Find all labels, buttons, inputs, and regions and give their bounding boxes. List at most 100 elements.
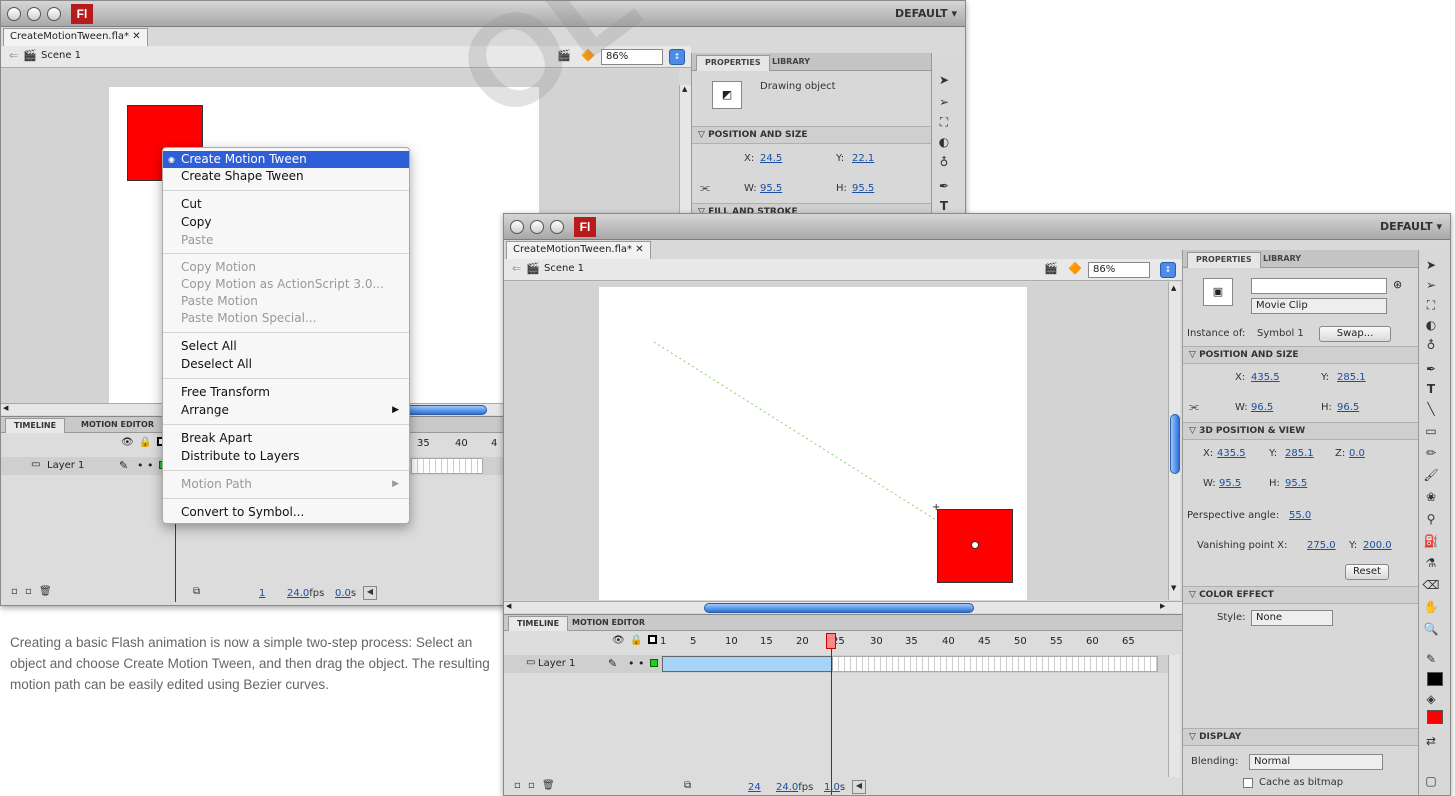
swap-button[interactable]: Swap... bbox=[1319, 326, 1391, 342]
scroll-left-arrow-icon[interactable]: ◀ bbox=[852, 780, 866, 794]
tab-library[interactable]: LIBRARY bbox=[764, 55, 818, 71]
x-value[interactable]: 435.5 bbox=[1251, 372, 1280, 383]
lasso-tool-icon[interactable]: ♁ bbox=[1422, 336, 1440, 354]
line-tool-icon[interactable]: ╲ bbox=[1422, 400, 1440, 418]
swap-colors-icon[interactable]: ⇄ bbox=[1422, 732, 1440, 750]
frame-rate-value[interactable]: 24.0 bbox=[776, 782, 798, 793]
tab-motion-editor[interactable]: MOTION EDITOR bbox=[73, 418, 162, 433]
bone-tool-icon[interactable]: ⚲ bbox=[1422, 510, 1440, 528]
lock-icon[interactable]: 🔒 bbox=[139, 437, 151, 448]
document-tab[interactable]: CreateMotionTween.fla* ✕ bbox=[3, 28, 148, 46]
back-arrow-icon[interactable]: ⇐ bbox=[9, 49, 18, 62]
layer-name[interactable]: Layer 1 bbox=[538, 658, 575, 669]
lock-ratio-icon[interactable]: ⫘ bbox=[1189, 400, 1199, 414]
new-folder-icon[interactable]: ▫ bbox=[25, 586, 32, 597]
layer-visible-dot[interactable]: • bbox=[628, 657, 635, 670]
y-value[interactable]: 285.1 bbox=[1337, 372, 1366, 383]
playhead[interactable] bbox=[826, 633, 836, 649]
outline-icon[interactable] bbox=[648, 635, 657, 644]
section-3d-position-and-view[interactable]: ▽ 3D POSITION & VIEW bbox=[1183, 422, 1418, 440]
y3d-value[interactable]: 285.1 bbox=[1285, 448, 1314, 459]
eraser-tool-icon[interactable]: ⌫ bbox=[1422, 576, 1440, 594]
menu-create-shape-tween[interactable]: Create Shape Tween bbox=[163, 168, 409, 185]
deco-tool-icon[interactable]: ❀ bbox=[1422, 488, 1440, 506]
frame-rate-value[interactable]: 24.0 bbox=[287, 588, 309, 599]
onion-skin-icon[interactable]: ⧉ bbox=[684, 780, 691, 791]
edit-scene-icon[interactable]: 🎬 bbox=[1044, 262, 1058, 275]
menu-copy[interactable]: Copy bbox=[163, 214, 409, 231]
blending-dropdown[interactable]: Normal bbox=[1249, 754, 1383, 770]
minimize-window-button[interactable] bbox=[27, 7, 41, 21]
z3d-value[interactable]: 0.0 bbox=[1349, 448, 1365, 459]
selection-tool-icon[interactable]: ➤ bbox=[935, 71, 953, 89]
layer-row[interactable]: ▭ Layer 1 ✎ • • bbox=[504, 655, 1168, 673]
subselection-tool-icon[interactable]: ➢ bbox=[1422, 276, 1440, 294]
frame-cells[interactable] bbox=[832, 656, 1158, 672]
lasso-tool-icon[interactable]: ♁ bbox=[935, 153, 953, 171]
vertical-scroll-thumb[interactable] bbox=[1170, 414, 1180, 474]
menu-free-transform[interactable]: Free Transform bbox=[163, 384, 409, 401]
motion-path-line[interactable] bbox=[653, 341, 975, 545]
scroll-up-arrow-icon[interactable]: ▲ bbox=[1171, 284, 1176, 292]
onion-skin-icon[interactable]: ⧉ bbox=[193, 586, 200, 597]
edit-symbol-icon[interactable]: 🔶 bbox=[1068, 262, 1082, 275]
tab-timeline[interactable]: TIMELINE bbox=[508, 616, 569, 631]
instance-name-help-icon[interactable]: ⊛ bbox=[1393, 278, 1402, 291]
scroll-right-arrow-icon[interactable]: ▶ bbox=[1160, 602, 1165, 610]
stage-vertical-scrollbar[interactable]: ▲ ▼ bbox=[1168, 282, 1180, 600]
paint-bucket-tool-icon[interactable]: ⛽ bbox=[1422, 532, 1440, 550]
lock-ratio-icon[interactable]: ⫘ bbox=[700, 181, 710, 195]
text-tool-icon[interactable]: T bbox=[1422, 380, 1440, 398]
w3d-value[interactable]: 95.5 bbox=[1219, 478, 1241, 489]
layer-visible-dot[interactable]: • bbox=[137, 459, 144, 472]
h-value[interactable]: 96.5 bbox=[1337, 402, 1359, 413]
pen-tool-icon[interactable]: ✒ bbox=[1422, 360, 1440, 378]
document-tab[interactable]: CreateMotionTween.fla* ✕ bbox=[506, 241, 651, 259]
menu-arrange[interactable]: Arrange ▶ bbox=[163, 402, 409, 419]
instance-name-input[interactable] bbox=[1251, 278, 1387, 294]
section-color-effect[interactable]: ▽ COLOR EFFECT bbox=[1183, 586, 1418, 604]
snap-to-objects-icon[interactable]: ▢ bbox=[1422, 772, 1440, 790]
instance-type-dropdown[interactable]: Movie Clip bbox=[1251, 298, 1387, 314]
elapsed-time-value[interactable]: 0.0 bbox=[335, 588, 351, 599]
scroll-up-arrow-icon[interactable]: ▲ bbox=[682, 85, 687, 93]
vanishing-point-y-value[interactable]: 200.0 bbox=[1363, 540, 1392, 551]
scroll-down-arrow-icon[interactable]: ▼ bbox=[1171, 584, 1176, 592]
close-tab-icon[interactable]: ✕ bbox=[635, 244, 643, 255]
cache-as-bitmap-checkbox[interactable] bbox=[1243, 778, 1253, 788]
new-layer-icon[interactable]: ▫ bbox=[514, 780, 521, 791]
close-window-button[interactable] bbox=[510, 220, 524, 234]
horizontal-scroll-thumb[interactable] bbox=[704, 603, 974, 613]
eyedropper-tool-icon[interactable]: ⚗ bbox=[1422, 554, 1440, 572]
minimize-window-button[interactable] bbox=[530, 220, 544, 234]
tween-span[interactable] bbox=[662, 656, 832, 672]
layer-name[interactable]: Layer 1 bbox=[47, 460, 84, 471]
free-transform-tool-icon[interactable]: ⛶ bbox=[935, 113, 953, 131]
zoom-input[interactable]: 86% bbox=[1088, 262, 1150, 278]
close-window-button[interactable] bbox=[7, 7, 21, 21]
motion-path[interactable] bbox=[504, 282, 1168, 600]
selection-tool-icon[interactable]: ➤ bbox=[1422, 256, 1440, 274]
stroke-color-swatch[interactable] bbox=[1427, 672, 1443, 686]
perspective-angle-value[interactable]: 55.0 bbox=[1289, 510, 1311, 521]
section-display[interactable]: ▽ DISPLAY bbox=[1183, 728, 1418, 746]
layer-color-square[interactable] bbox=[650, 659, 658, 667]
tab-properties[interactable]: PROPERTIES bbox=[1187, 252, 1261, 268]
section-position-and-size[interactable]: ▽ POSITION AND SIZE bbox=[1183, 346, 1418, 364]
workspace-switcher[interactable]: DEFAULT ▾ bbox=[895, 7, 957, 20]
menu-select-all[interactable]: Select All bbox=[163, 338, 409, 355]
zoom-window-button[interactable] bbox=[47, 7, 61, 21]
3d-rotation-tool-icon[interactable]: ◐ bbox=[1422, 316, 1440, 334]
new-layer-icon[interactable]: ▫ bbox=[11, 586, 18, 597]
new-folder-icon[interactable]: ▫ bbox=[528, 780, 535, 791]
subselection-tool-icon[interactable]: ➢ bbox=[935, 93, 953, 111]
x-value[interactable]: 24.5 bbox=[760, 153, 782, 164]
layer-lock-dot[interactable]: • bbox=[147, 459, 154, 472]
edit-symbol-icon[interactable]: 🔶 bbox=[581, 49, 595, 62]
pen-tool-icon[interactable]: ✒ bbox=[935, 177, 953, 195]
zoom-stepper[interactable]: ↕ bbox=[1160, 262, 1176, 278]
frame-cells[interactable] bbox=[411, 458, 483, 474]
menu-create-motion-tween[interactable]: ◉ Create Motion Tween bbox=[163, 151, 409, 168]
zoom-tool-icon[interactable]: 🔍 bbox=[1422, 620, 1440, 638]
edit-scene-icon[interactable]: 🎬 bbox=[557, 49, 571, 62]
